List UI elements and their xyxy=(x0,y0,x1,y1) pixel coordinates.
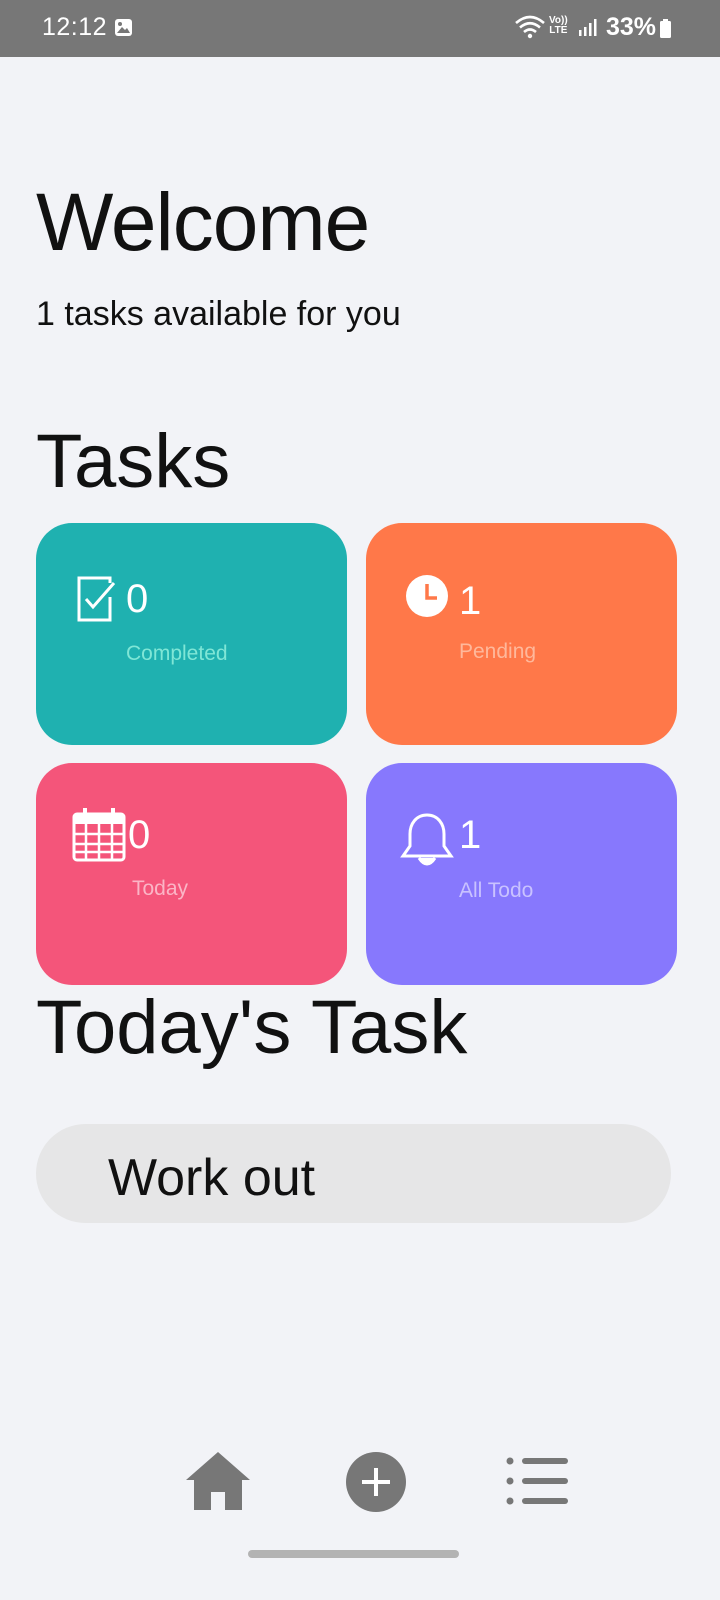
checkbox-icon xyxy=(77,576,116,622)
volte-bottom-label: LTE xyxy=(549,25,568,36)
signal-icon xyxy=(579,19,597,36)
tasks-available-subtitle: 1 tasks available for you xyxy=(36,295,401,333)
all-todo-label: All Todo xyxy=(459,879,534,902)
today-label: Today xyxy=(132,877,189,900)
pending-count: 1 xyxy=(459,579,482,623)
completed-count: 0 xyxy=(126,577,149,621)
todays-task-title: Today's Task xyxy=(36,985,468,1070)
task-title: Work out xyxy=(108,1149,316,1207)
bell-icon xyxy=(400,813,454,866)
home-indicator[interactable] xyxy=(248,1550,459,1558)
task-item[interactable]: Work out xyxy=(36,1124,671,1223)
wifi-icon xyxy=(515,15,545,39)
completed-label: Completed xyxy=(126,642,228,665)
welcome-title: Welcome xyxy=(36,177,370,268)
list-icon[interactable] xyxy=(506,1457,570,1505)
battery-icon xyxy=(660,19,671,38)
battery-percent: 33% xyxy=(606,13,657,41)
status-bar: 12:12 Vo)) LTE 33% xyxy=(0,0,720,57)
volte-indicator: Vo)) LTE xyxy=(549,16,568,36)
clock-icon xyxy=(406,575,448,617)
pending-label: Pending xyxy=(459,640,537,663)
image-notification-icon xyxy=(115,19,132,36)
today-count: 0 xyxy=(128,813,151,857)
pending-card[interactable]: 1 Pending xyxy=(366,523,677,745)
today-card[interactable]: 0 Today xyxy=(36,763,347,985)
home-icon[interactable] xyxy=(184,1450,252,1512)
all-todo-card[interactable]: 1 All Todo xyxy=(366,763,677,985)
all-todo-count: 1 xyxy=(459,813,482,857)
add-circle-icon[interactable] xyxy=(346,1452,406,1512)
status-time: 12:12 xyxy=(42,13,108,41)
calendar-icon xyxy=(72,808,126,862)
tasks-section-title: Tasks xyxy=(36,419,231,504)
completed-card[interactable]: 0 Completed xyxy=(36,523,347,745)
